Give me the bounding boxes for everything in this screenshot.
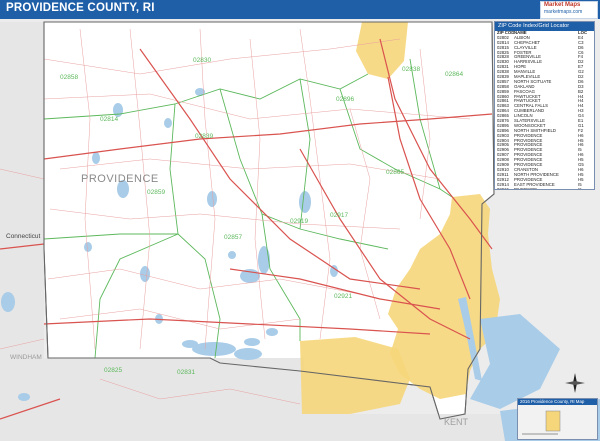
zip-label: 02865 <box>386 169 404 176</box>
zip-label: 02830 <box>193 57 211 64</box>
legend-place: RIVERSIDE <box>514 187 538 190</box>
legend-rows: 02802 ALBION E4 02814 CHEPACHET C3 02815 CLAYVI… <box>495 36 594 190</box>
windham-area <box>44 358 304 441</box>
legend-grid: I6 <box>578 187 582 190</box>
zip-label: 02838 <box>402 66 420 73</box>
zip-label: 02919 <box>290 218 308 225</box>
zip-index-legend: ZIP Code Index/Grid Locator ZIP CODE NAM… <box>494 21 595 190</box>
legend-zip: 02915 <box>497 187 509 190</box>
windham-label: WINDHAM <box>10 354 42 361</box>
legend-row: 02915 RIVERSIDE I6 <box>495 187 594 190</box>
connecticut-label: Connecticut <box>6 233 41 240</box>
zip-label: 02864 <box>445 71 463 78</box>
inset-graphic <box>518 405 597 439</box>
zip-label: 02825 <box>104 367 122 374</box>
kent-area <box>300 414 515 441</box>
zip-label: 02896 <box>336 96 354 103</box>
zip-label: 02859 <box>147 189 165 196</box>
inset-county-highlight <box>545 410 561 432</box>
legend-header: ZIP Code Index/Grid Locator <box>495 22 594 31</box>
zip-label: 02858 <box>60 74 78 81</box>
kent-label: KENT <box>444 417 469 427</box>
connecticut-area <box>0 22 44 441</box>
logo-top-text: Market Maps <box>544 2 581 8</box>
zip-label: 02814 <box>100 116 118 123</box>
title-bar: PROVIDENCE COUNTY, RI Market Maps market… <box>0 0 600 19</box>
urban-area-cranston <box>300 337 410 414</box>
publisher-logo: Market Maps marketmaps.com <box>540 1 598 19</box>
zip-label: 02831 <box>177 369 195 376</box>
inset-map: 2016 Providence County, RI Map <box>517 398 598 440</box>
map-page: PROVIDENCE COUNTY, RI Market Maps market… <box>0 0 600 441</box>
zip-label: 02921 <box>334 293 352 300</box>
compass-rose-icon <box>565 373 585 393</box>
zip-label: 02839 <box>195 133 213 140</box>
zip-label: 02857 <box>224 234 242 241</box>
zip-label: 02917 <box>330 212 348 219</box>
map-title: PROVIDENCE COUNTY, RI <box>6 2 155 14</box>
county-label: PROVIDENCE <box>81 173 159 185</box>
logo-bottom-text: marketmaps.com <box>544 9 583 15</box>
